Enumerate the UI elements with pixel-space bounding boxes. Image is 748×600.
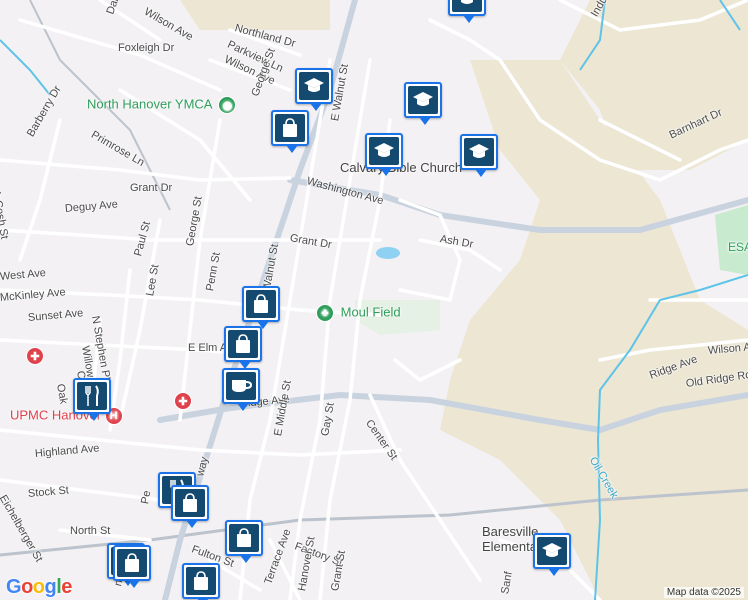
school-icon (299, 72, 329, 100)
map-marker[interactable] (271, 110, 309, 153)
map-marker[interactable] (73, 378, 111, 421)
shopping-bag-icon (117, 549, 147, 577)
ymca-label: North Hanover YMCA (87, 96, 212, 112)
logo-letter: o (21, 576, 33, 598)
school-icon (464, 138, 494, 166)
map-marker[interactable] (224, 326, 262, 369)
park-icon: ◉ (218, 96, 237, 114)
shopping-bag-icon (246, 290, 276, 318)
map-marker[interactable] (225, 520, 263, 563)
map-marker[interactable] (448, 0, 486, 23)
map-marker[interactable] (404, 82, 442, 125)
map-attribution[interactable]: Map data ©2025 (663, 587, 744, 598)
map-marker[interactable] (365, 133, 403, 176)
map-marker[interactable] (113, 545, 151, 588)
road-washington (287, 177, 748, 233)
poi-moul-field[interactable]: ♣ Moul Field (316, 304, 401, 322)
street-label: Foxleigh Dr (118, 42, 175, 54)
creek-left (0, 39, 51, 96)
shopping-bag-icon (186, 567, 216, 595)
school-icon (369, 137, 399, 165)
street-label: North St (70, 525, 111, 537)
map-marker[interactable] (533, 533, 571, 576)
street-label: Pe (139, 489, 154, 506)
shopping-bag-icon (228, 330, 258, 358)
street-label: Grant Dr (130, 182, 173, 194)
school-icon (408, 86, 438, 114)
map-marker[interactable] (242, 286, 280, 329)
logo-letter: o (32, 576, 45, 598)
logo-letter: G (6, 576, 22, 598)
shopping-bag-icon (175, 489, 205, 517)
farmland-top (180, 0, 330, 30)
hospital-icon[interactable]: ✚ (174, 392, 192, 410)
map-marker[interactable] (171, 485, 209, 528)
map-canvas[interactable]: Dart Dr Wilson Ave Foxleigh Dr Northland… (0, 0, 748, 600)
shopping-bag-icon (275, 114, 305, 142)
logo-letter: e (61, 576, 72, 598)
map-marker[interactable] (222, 368, 260, 411)
park-tree-icon: ♣ (316, 304, 334, 322)
map-marker[interactable] (182, 563, 220, 600)
poi-ymca[interactable]: North Hanover YMCA ◉ (87, 96, 237, 114)
restaurant-icon (77, 382, 107, 410)
map-marker[interactable] (295, 68, 333, 111)
school-icon (452, 0, 482, 12)
logo-letter: g (44, 576, 57, 598)
park-label: ESA (728, 240, 748, 254)
shopping-bag-icon (229, 524, 259, 552)
cafe-icon (226, 372, 256, 400)
hospital-icon[interactable]: ✚ (26, 347, 44, 365)
moul-field-label: Moul Field (340, 304, 401, 320)
school-icon (537, 537, 567, 565)
google-logo: Google (6, 576, 72, 599)
map-marker[interactable] (460, 134, 498, 177)
pond (376, 247, 400, 259)
map-base-layer (0, 0, 748, 600)
